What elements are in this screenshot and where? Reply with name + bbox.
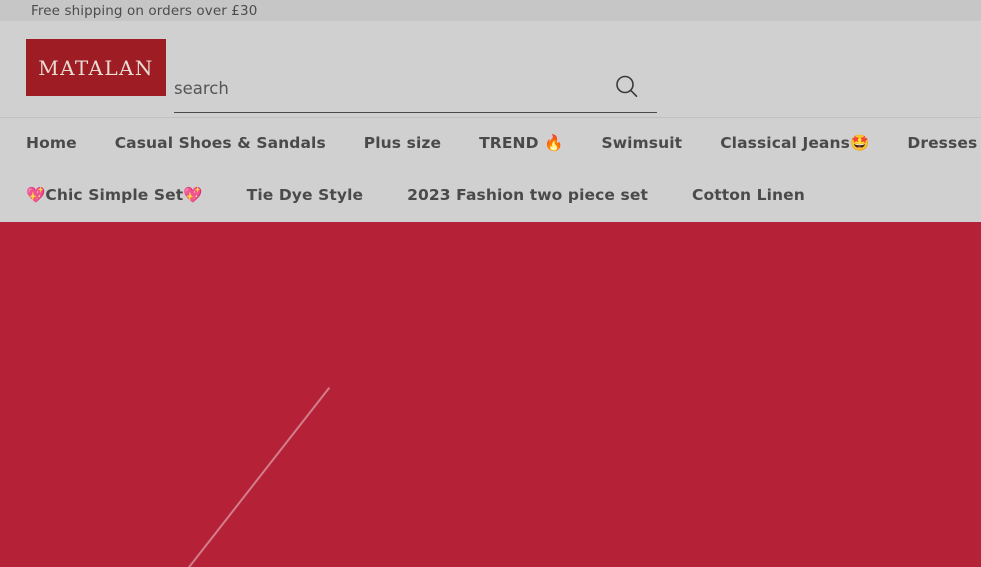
nav-item-classical-jeans[interactable]: Classical Jeans🤩	[720, 136, 869, 152]
announcement-text: Free shipping on orders over £30	[31, 2, 258, 19]
main-navigation: Home Casual Shoes & Sandals Plus size TR…	[0, 118, 981, 222]
nav-item-cotton-linen[interactable]: Cotton Linen	[692, 188, 805, 204]
nav-item-home[interactable]: Home	[26, 136, 77, 152]
hero-word-line-1: sa	[8, 542, 230, 567]
nav-item-2023-fashion-two-piece-set[interactable]: 2023 Fashion two piece set	[407, 188, 648, 204]
site-logo-text: MATALAN	[38, 55, 154, 80]
page-root: Free shipping on orders over £30 MATALAN…	[0, 0, 981, 567]
search-bar	[174, 67, 657, 113]
hero-banner[interactable]: sa ve 50-8	[0, 222, 981, 567]
site-logo[interactable]: MATALAN	[26, 39, 166, 96]
nav-item-chic-simple-set[interactable]: 💖Chic Simple Set💖	[26, 188, 203, 204]
nav-item-casual-shoes-sandals[interactable]: Casual Shoes & Sandals	[115, 136, 326, 152]
search-icon	[616, 75, 638, 98]
nav-item-plus-size[interactable]: Plus size	[364, 136, 441, 152]
search-button[interactable]	[613, 73, 641, 101]
nav-row-primary: Home Casual Shoes & Sandals Plus size TR…	[0, 118, 981, 170]
site-header: MATALAN	[0, 21, 981, 118]
nav-item-dresses[interactable]: Dresses	[907, 136, 977, 152]
search-input[interactable]	[174, 67, 604, 109]
nav-item-swimsuit[interactable]: Swimsuit	[601, 136, 682, 152]
nav-item-tie-dye-style[interactable]: Tie Dye Style	[247, 188, 363, 204]
hero-discount-amount: 50-8	[420, 545, 940, 567]
nav-row-secondary: 💖Chic Simple Set💖 Tie Dye Style 2023 Fas…	[0, 170, 981, 222]
announcement-bar: Free shipping on orders over £30	[0, 0, 981, 21]
nav-item-trend[interactable]: TREND 🔥	[479, 136, 563, 152]
